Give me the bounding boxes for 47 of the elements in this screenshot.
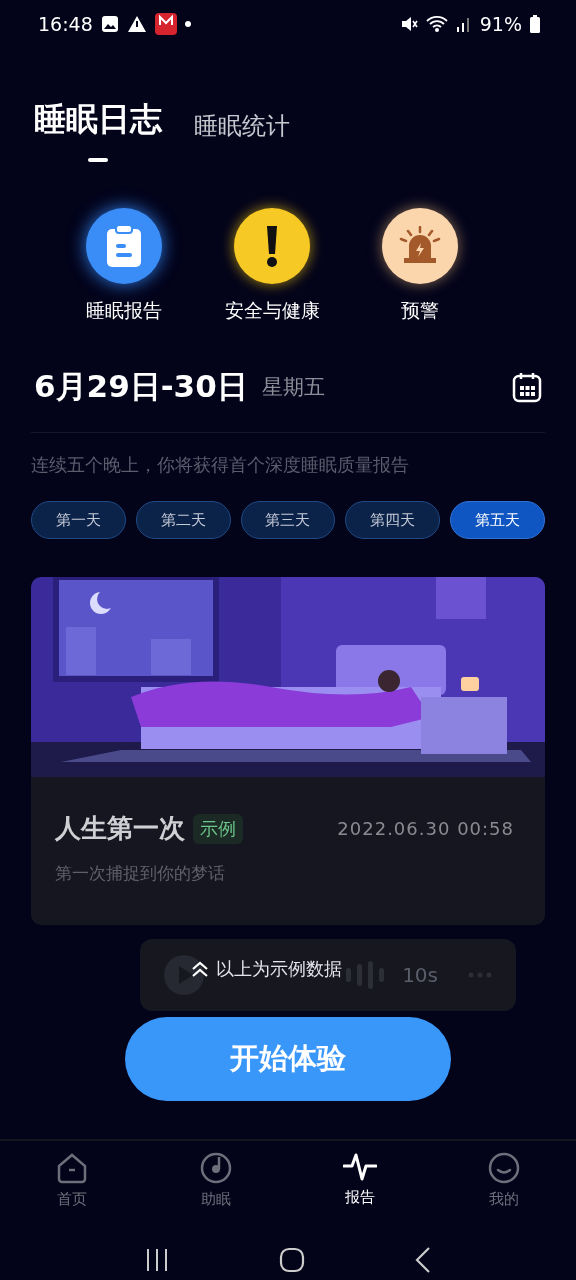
tab[interactable]: 睡眠统计 [194, 110, 290, 162]
smiley-icon [488, 1152, 520, 1184]
day-pill[interactable]: 第五天 [450, 501, 545, 539]
nav-tab[interactable]: 首页 [0, 1151, 144, 1239]
day-pill[interactable]: 第二天 [135, 501, 231, 539]
signal-icon [455, 16, 472, 32]
calendar-icon[interactable] [512, 371, 542, 403]
shortcut-button[interactable]: 预警 [346, 208, 494, 324]
clipboard-icon [106, 224, 142, 268]
shortcut-button[interactable]: 睡眠报告 [50, 208, 198, 324]
exclamation-icon [265, 224, 279, 268]
example-tag: 示例 [193, 813, 243, 844]
battery-icon [530, 15, 540, 33]
dot-icon [184, 21, 191, 27]
hint-text: 连续五个晚上，你将获得首个深度睡眠质量报告 [30, 453, 410, 477]
sample-note: 以上为示例数据 [216, 957, 342, 981]
nav-tab[interactable]: 报告 [288, 1151, 432, 1239]
mute-icon [399, 15, 418, 33]
warning-icon [126, 15, 147, 33]
day-pill[interactable]: 第四天 [345, 501, 441, 539]
date-range: 6月29日-30日 [34, 367, 248, 406]
tab[interactable]: 睡眠日志 [34, 98, 162, 162]
home-icon [56, 1152, 88, 1184]
record-subtitle: 第一次捕捉到你的梦话 [55, 862, 226, 885]
record-time: 2022.06.30 00:58 [337, 818, 514, 839]
recents-icon[interactable] [145, 1247, 169, 1272]
status-time: 16:48 [38, 13, 93, 35]
play-icon [164, 955, 204, 995]
weekday: 星期五 [261, 374, 326, 401]
nav-tab[interactable]: 助眠 [144, 1151, 288, 1239]
nav-tab[interactable]: 我的 [432, 1151, 576, 1239]
home-button-icon[interactable] [279, 1246, 305, 1273]
siren-icon [398, 226, 442, 266]
record-title: 人生第一次 [55, 812, 185, 845]
day-pill[interactable]: 第一天 [31, 501, 126, 539]
app-notification-icon [154, 13, 177, 35]
battery-percent: 91% [479, 13, 522, 35]
back-icon[interactable] [415, 1246, 431, 1273]
day-pill[interactable]: 第三天 [240, 501, 336, 539]
wifi-icon [425, 15, 448, 33]
music-note-circle-icon [200, 1152, 232, 1184]
double-chevron-up-icon [190, 960, 210, 978]
shortcut-button[interactable]: 安全与健康 [198, 208, 346, 324]
pulse-icon [343, 1152, 377, 1182]
more-icon [468, 972, 492, 978]
audio-duration: 10s [402, 963, 438, 987]
image-icon [100, 15, 119, 33]
